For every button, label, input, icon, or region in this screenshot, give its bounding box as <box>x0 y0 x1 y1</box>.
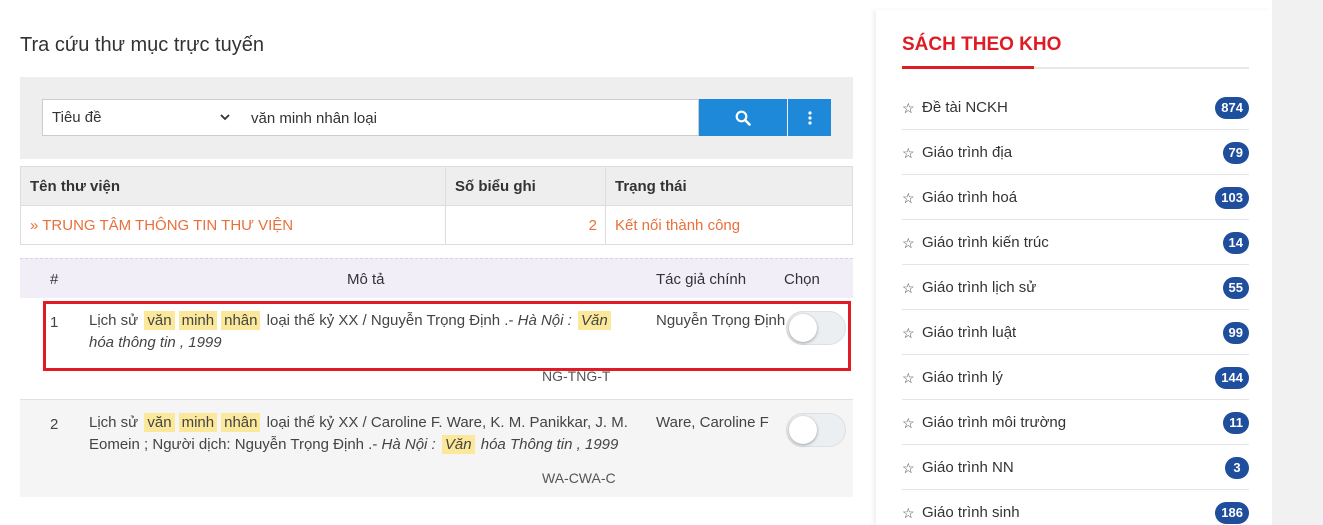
search-field-value: Tiêu đề <box>52 109 102 126</box>
search-input[interactable]: văn minh nhân loại <box>239 99 699 136</box>
header-status: Trạng thái <box>605 166 853 206</box>
count-badge: 3 <box>1225 457 1249 479</box>
count-badge: 144 <box>1215 367 1249 389</box>
header-description: Mô tả <box>347 271 385 288</box>
sidebar-item-label: Đề tài NCKH <box>922 99 1008 116</box>
count-badge: 103 <box>1215 187 1249 209</box>
toggle-knob <box>789 416 817 444</box>
page-title: Tra cứu thư mục trực tuyến <box>20 34 264 56</box>
sidebar-item[interactable]: ☆ Giáo trình kiến trúc 14 <box>902 220 1249 265</box>
sidebar-item[interactable]: ☆ Giáo trình luật 99 <box>902 310 1249 355</box>
library-table: Tên thư viện Số biểu ghi Trạng thái TRUN… <box>20 166 853 245</box>
search-panel: Tiêu đề văn minh nhân loại <box>20 77 853 159</box>
highlight-term: minh <box>178 413 218 432</box>
sidebar-item[interactable]: ☆ Giáo trình lịch sử 55 <box>902 265 1249 310</box>
highlight-term: Văn <box>441 435 475 454</box>
library-name-link[interactable]: TRUNG TÂM THÔNG TIN THƯ VIỆN <box>20 205 446 245</box>
more-options-button[interactable] <box>788 99 831 136</box>
sidebar-item[interactable]: ☆ Giáo trình sinh 186 <box>902 490 1249 525</box>
desc-publisher: Hà Nội : <box>381 436 436 453</box>
result-row: 2 Lịch sử văn minh nhân loại thế kỷ XX / C… <box>20 399 853 497</box>
highlight-term: văn <box>144 413 175 432</box>
star-outline-icon: ☆ <box>902 325 915 341</box>
results-header: # Mô tả Tác giả chính Chọn <box>20 258 853 298</box>
count-badge: 99 <box>1222 322 1249 344</box>
sidebar-item[interactable]: ☆ Giáo trình địa 79 <box>902 130 1249 175</box>
star-outline-icon: ☆ <box>902 370 915 386</box>
record-count[interactable]: 2 <box>445 205 606 245</box>
desc-publisher: hóa Thông tin , 1999 <box>480 436 619 453</box>
search-query: văn minh nhân loại <box>251 110 377 127</box>
header-index: # <box>50 271 59 288</box>
sidebar-item-label: Giáo trình hoá <box>922 189 1018 206</box>
header-library-name: Tên thư viện <box>20 166 446 206</box>
count-badge: 11 <box>1223 412 1249 434</box>
count-badge: 186 <box>1215 502 1249 524</box>
star-outline-icon: ☆ <box>902 235 915 251</box>
star-outline-icon: ☆ <box>902 460 915 476</box>
star-outline-icon: ☆ <box>902 190 915 206</box>
header-record-count: Số biểu ghi <box>445 166 606 206</box>
header-author: Tác giả chính <box>656 271 747 288</box>
result-index: 2 <box>50 416 59 433</box>
vertical-dots-icon <box>807 110 812 125</box>
star-outline-icon: ☆ <box>902 100 915 116</box>
star-outline-icon: ☆ <box>902 415 915 431</box>
sidebar-item-label: Giáo trình NN <box>922 459 1014 476</box>
sidebar: SÁCH THEO KHO ☆ Đề tài NCKH 874 ☆ Giáo trìn… <box>876 10 1272 525</box>
chevron-down-icon <box>220 114 230 121</box>
star-outline-icon: ☆ <box>902 505 915 521</box>
sidebar-title-underline <box>902 66 1034 69</box>
sidebar-item-label: Giáo trình kiến trúc <box>922 234 1049 251</box>
sidebar-item[interactable]: ☆ Giáo trình lý 144 <box>902 355 1249 400</box>
result-description[interactable]: Lịch sử văn minh nhân loại thế kỷ XX / Car… <box>89 412 639 456</box>
table-row: TRUNG TÂM THÔNG TIN THƯ VIỆN 2 Kết nối t… <box>20 205 853 245</box>
search-button[interactable] <box>699 99 787 136</box>
sidebar-item-label: Giáo trình sinh <box>922 504 1020 521</box>
highlight-term: nhân <box>221 413 261 432</box>
sidebar-title: SÁCH THEO KHO <box>902 34 1062 55</box>
desc-text: Lịch sử <box>89 414 139 431</box>
count-badge: 14 <box>1222 232 1249 254</box>
sidebar-item[interactable]: ☆ Giáo trình môi trường 11 <box>902 400 1249 445</box>
star-outline-icon: ☆ <box>902 280 915 296</box>
search-field-select[interactable]: Tiêu đề <box>42 99 240 136</box>
count-badge: 874 <box>1215 97 1249 119</box>
sidebar-item[interactable]: ☆ Giáo trình NN 3 <box>902 445 1249 490</box>
sidebar-item-label: Giáo trình môi trường <box>922 414 1067 431</box>
select-toggle[interactable] <box>786 413 846 447</box>
sidebar-item-label: Giáo trình luật <box>922 324 1017 341</box>
connection-status: Kết nối thành công <box>605 205 853 245</box>
count-badge: 55 <box>1222 277 1249 299</box>
page-scrollbar-gutter <box>1272 0 1323 525</box>
count-badge: 79 <box>1222 142 1249 164</box>
sidebar-list: ☆ Đề tài NCKH 874 ☆ Giáo trình địa 79 ☆ Giáo … <box>902 85 1249 525</box>
library-table-header: Tên thư viện Số biểu ghi Trạng thái <box>20 166 853 206</box>
sidebar-item[interactable]: ☆ Giáo trình hoá 103 <box>902 175 1249 220</box>
result-author: Ware, Caroline F <box>656 414 769 431</box>
sidebar-item-label: Giáo trình lịch sử <box>922 279 1037 296</box>
result-code: WA-CWA-C <box>542 470 616 486</box>
annotation-highlight-box <box>43 301 851 371</box>
sidebar-item[interactable]: ☆ Đề tài NCKH 874 <box>902 85 1249 130</box>
sidebar-item-label: Giáo trình địa <box>922 144 1013 161</box>
star-outline-icon: ☆ <box>902 145 915 161</box>
search-icon <box>735 110 751 126</box>
sidebar-item-label: Giáo trình lý <box>922 369 1003 386</box>
header-select: Chọn <box>784 271 820 288</box>
